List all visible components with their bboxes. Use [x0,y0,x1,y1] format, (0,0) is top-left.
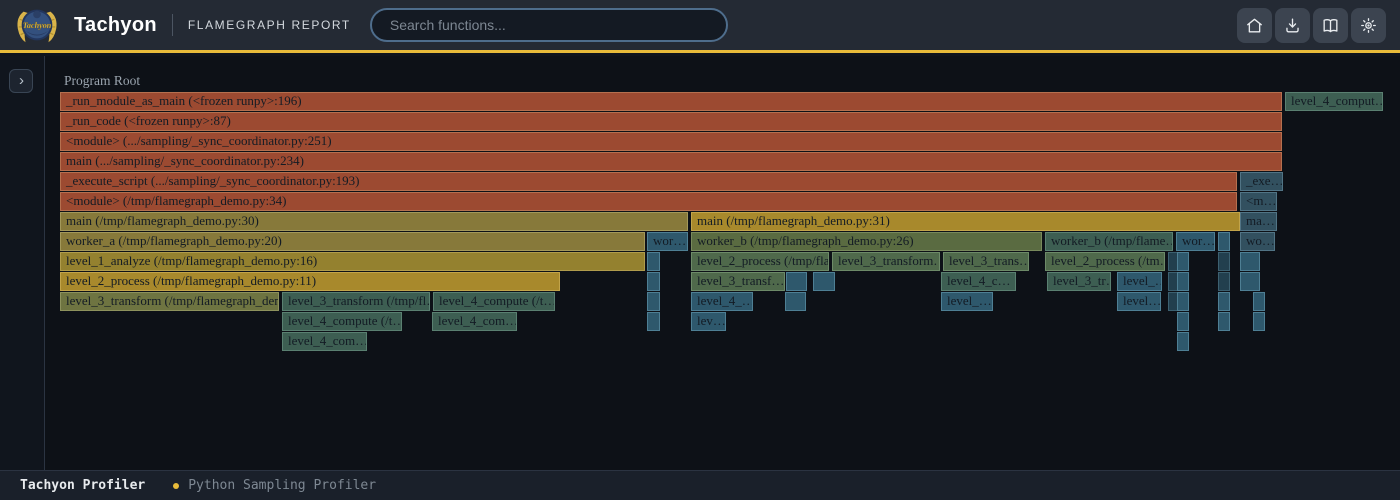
flame-frame[interactable]: _exe… [1240,172,1283,191]
chevron-right-icon: › [19,73,24,88]
brightness-icon [1359,16,1378,35]
flame-frame[interactable] [1240,272,1260,291]
flamegraph-panel: Program Root _run_module_as_main (<froze… [45,56,1400,470]
flame-frame[interactable]: <module> (/tmp/flamegraph_demo.py:34) [60,192,1237,211]
flame-frame[interactable] [1218,312,1230,331]
header-actions [1237,8,1386,43]
tachyon-logo: Tachyon [14,2,60,48]
flame-frame[interactable]: _execute_script (.../sampling/_sync_coor… [60,172,1237,191]
flame-frame[interactable] [1218,252,1230,271]
flame-frame[interactable]: level_4_c… [941,272,1016,291]
flame-frame[interactable]: level_4_compute (/t… [282,312,402,331]
flame-frame[interactable]: level_4_… [691,292,753,311]
flame-frame[interactable] [1240,252,1260,271]
flamegraph-root-label: Program Root [64,73,140,89]
flame-frame[interactable]: level_2_process (/tmp/flamegraph_demo.py… [60,272,560,291]
flame-frame[interactable] [813,272,835,291]
flame-frame[interactable]: level_… [941,292,993,311]
flame-frame[interactable] [785,292,806,311]
flame-frame[interactable] [647,252,660,271]
flame-frame[interactable]: lev… [691,312,726,331]
flame-frame[interactable]: wor… [647,232,688,251]
status-app-name: Tachyon Profiler [20,478,145,493]
app-title: Tachyon [74,14,157,37]
flame-frame[interactable]: _run_code (<frozen runpy>:87) [60,112,1282,131]
flame-frame[interactable]: level_4_com… [432,312,517,331]
home-button[interactable] [1237,8,1272,43]
theme-button[interactable] [1351,8,1386,43]
flame-frame[interactable]: level… [1117,292,1161,311]
flame-frame[interactable]: level_1_analyze (/tmp/flamegraph_demo.py… [60,252,645,271]
flame-frame[interactable]: level_4_compute (/t… [433,292,555,311]
home-icon [1245,16,1264,35]
flame-frame[interactable] [1177,252,1189,271]
flame-frame[interactable]: ma… [1240,212,1277,231]
flame-frame[interactable]: wo… [1240,232,1275,251]
flame-frame[interactable]: level_3_transform (/tmp/fl… [282,292,430,311]
flame-frame[interactable]: main (/tmp/flamegraph_demo.py:31) [691,212,1240,231]
sidebar-expand-button[interactable]: › [9,69,33,93]
flame-frame[interactable]: wor… [1176,232,1215,251]
flame-frame[interactable]: level_2_process (/tmp/fla… [691,252,829,271]
flame-frame[interactable] [1253,312,1265,331]
flame-frame[interactable]: worker_b (/tmp/flame… [1045,232,1173,251]
flame-frame[interactable] [1177,312,1189,331]
svg-text:Tachyon: Tachyon [23,21,52,30]
flame-frame[interactable] [1218,272,1230,291]
flame-frame[interactable]: level_3_transf… [691,272,785,291]
flame-frame[interactable] [1177,272,1189,291]
flame-frame[interactable]: level_4_com… [282,332,367,351]
docs-button[interactable] [1313,8,1348,43]
flame-frame[interactable] [1218,292,1230,311]
report-label: FLAMEGRAPH REPORT [188,18,351,32]
flame-frame[interactable]: level_2_process (/tm… [1045,252,1165,271]
sidebar: › [0,56,45,470]
app-window: Tachyon Tachyon FLAMEGRAPH REPORT [0,0,1400,500]
header: Tachyon Tachyon FLAMEGRAPH REPORT [0,0,1400,53]
flame-frame[interactable]: level_3_transform… [832,252,940,271]
flame-frame[interactable]: main (.../sampling/_sync_coordinator.py:… [60,152,1282,171]
flame-frame[interactable]: level_3_transform (/tmp/flamegraph_dem… [60,292,279,311]
flame-frame[interactable]: level_3_trans… [943,252,1029,271]
flame-frame[interactable] [1177,332,1189,351]
flame-frame[interactable]: <m… [1240,192,1277,211]
flame-frame[interactable] [647,312,660,331]
flame-frame[interactable]: level_… [1117,272,1162,291]
flame-frame[interactable] [1253,292,1265,311]
flame-frame[interactable]: main (/tmp/flamegraph_demo.py:30) [60,212,688,231]
flame-frame[interactable]: _run_module_as_main (<frozen runpy>:196) [60,92,1282,111]
flame-frame[interactable] [1218,232,1230,251]
flame-frame[interactable]: level_4_comput… [1285,92,1383,111]
flame-frame[interactable] [1177,292,1189,311]
status-bar: Tachyon Profiler Python Sampling Profile… [0,470,1400,500]
status-dot-icon [173,483,179,489]
status-subtitle: Python Sampling Profiler [188,478,376,493]
flame-frame[interactable] [647,292,660,311]
flame-frame[interactable]: worker_b (/tmp/flamegraph_demo.py:26) [691,232,1042,251]
download-button[interactable] [1275,8,1310,43]
download-icon [1283,16,1302,35]
flame-frame[interactable]: level_3_tr… [1047,272,1111,291]
header-divider [172,14,173,36]
flame-frame[interactable]: worker_a (/tmp/flamegraph_demo.py:20) [60,232,645,251]
book-icon [1321,16,1340,35]
flame-frame[interactable] [647,272,660,291]
flame-frame[interactable]: <module> (.../sampling/_sync_coordinator… [60,132,1282,151]
search-input[interactable] [370,8,728,42]
flame-frame[interactable] [786,272,807,291]
